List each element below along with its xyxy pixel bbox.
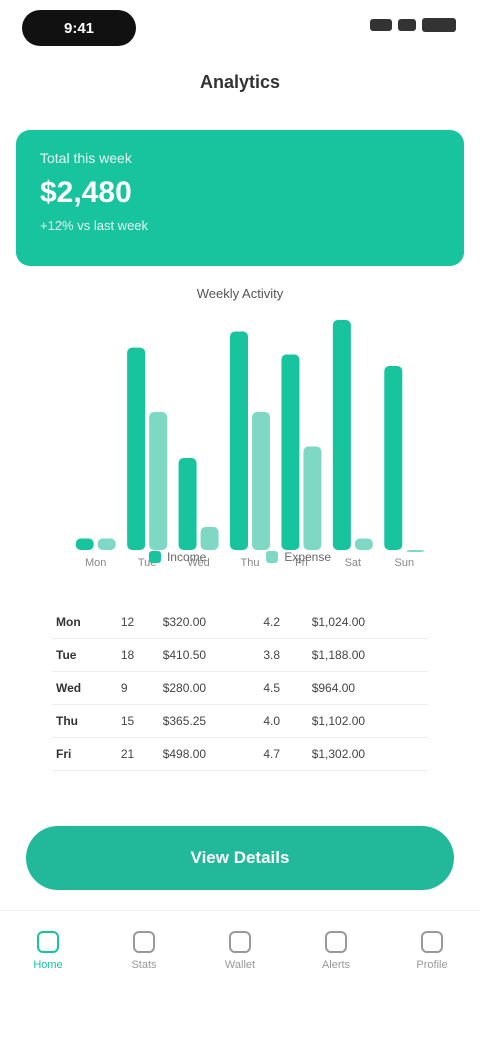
bar-income-sat [332, 320, 351, 550]
chart-title: Weekly Activity [196, 286, 284, 301]
table-cell: Fri [52, 737, 117, 771]
table-cell: 4.2 [259, 606, 308, 639]
table-cell: 18 [116, 638, 159, 672]
bar-income-fri [281, 354, 300, 550]
page-title: Analytics [199, 72, 281, 92]
table-row: Thu 15 $365.25 4.0 $1,102.00 [52, 704, 428, 738]
table-row: Mon 12 $320.00 4.2 $1,024.00 [52, 606, 428, 639]
bar-income-tue [127, 347, 146, 550]
table-cell: Thu [52, 704, 117, 738]
bar-expense-thu [252, 412, 270, 550]
chart-legend: Income Expense [0, 550, 480, 564]
bar-income-sun [384, 366, 403, 550]
legend-label: Expense [284, 550, 332, 564]
bar-expense-wed [200, 527, 219, 550]
tab-profile[interactable]: Profile [392, 931, 472, 971]
table-row: Fri 21 $498.00 4.7 $1,302.00 [52, 737, 428, 771]
bell-icon [325, 931, 347, 953]
tab-stats[interactable]: Stats [104, 931, 184, 971]
bar-income-mon [75, 538, 94, 550]
tab-label: Stats [131, 959, 157, 971]
table-cell: 4.7 [259, 737, 308, 771]
view-details-button[interactable]: View Details [26, 826, 454, 890]
summary-label: Total this week [40, 150, 132, 166]
wallet-icon [229, 931, 251, 953]
table-cell: Mon [52, 606, 117, 639]
tab-label: Wallet [224, 959, 256, 971]
table-cell: $1,102.00 [307, 704, 428, 738]
status-time: 9:41 [22, 10, 136, 46]
bar-expense-mon [97, 538, 116, 550]
table-cell: $498.00 [158, 737, 260, 771]
tab-label: Home [33, 959, 63, 971]
tab-wallet[interactable]: Wallet [200, 931, 280, 971]
summary-value: $2,480 [40, 176, 132, 209]
tab-label: Profile [416, 959, 448, 971]
chart-icon [133, 931, 155, 953]
bar-income-thu [230, 331, 248, 550]
bar-expense-sat [354, 538, 373, 550]
table-row: Wed 9 $280.00 4.5 $964.00 [52, 671, 428, 705]
legend-label: Income [166, 550, 207, 564]
table-cell: $964.00 [307, 671, 428, 705]
table-cell: 15 [116, 704, 159, 738]
chart-container: Weekly Activity Mon Tue Wed Thu Fri Sat Sun [40, 280, 440, 580]
user-icon [421, 931, 443, 953]
table-cell: 12 [116, 606, 159, 639]
bar-chart: Mon Tue Wed Thu Fri Sat Sun [75, 320, 425, 569]
table-cell: $280.00 [158, 671, 260, 705]
home-icon [37, 931, 59, 953]
legend-swatch [148, 551, 161, 563]
legend-swatch [266, 551, 279, 563]
table-cell: $1,302.00 [307, 737, 428, 771]
tab-home[interactable]: Home [8, 931, 88, 971]
table-cell: $410.50 [158, 638, 260, 672]
signal-icon [370, 19, 392, 31]
table-cell: 21 [116, 737, 159, 771]
table-cell: Wed [52, 671, 117, 705]
table-cell: Tue [52, 638, 117, 672]
data-table: Mon 12 $320.00 4.2 $1,024.00 Tue 18 $410.50 3.8 $… [52, 606, 428, 771]
table-cell: $320.00 [158, 606, 260, 639]
battery-icon [422, 18, 456, 32]
status-bar: 9:41 [0, 0, 480, 60]
tab-label: Alerts [321, 959, 351, 971]
bar-expense-tue [149, 412, 168, 550]
table-cell: $365.25 [158, 704, 260, 738]
table-cell: $1,188.00 [307, 638, 428, 672]
bar-income-wed [178, 458, 197, 550]
table-cell: 4.5 [259, 671, 308, 705]
summary-sub: +12% vs last week [40, 218, 149, 233]
table-cell: 9 [116, 671, 159, 705]
table-cell: $1,024.00 [307, 606, 428, 639]
summary-card[interactable]: Total this week $2,480 +12% vs last week [16, 130, 464, 266]
table-row: Tue 18 $410.50 3.8 $1,188.00 [52, 638, 428, 672]
tab-bar: Home Stats Wallet Alerts Profile [0, 910, 480, 1010]
tab-alerts[interactable]: Alerts [296, 931, 376, 971]
legend-item-expense: Expense [266, 550, 331, 564]
status-icons [370, 18, 456, 32]
legend-item-income: Income [148, 550, 207, 564]
table-cell: 3.8 [259, 638, 308, 672]
bar-expense-fri [303, 446, 322, 550]
wifi-icon [398, 19, 416, 31]
table-cell: 4.0 [259, 704, 308, 738]
